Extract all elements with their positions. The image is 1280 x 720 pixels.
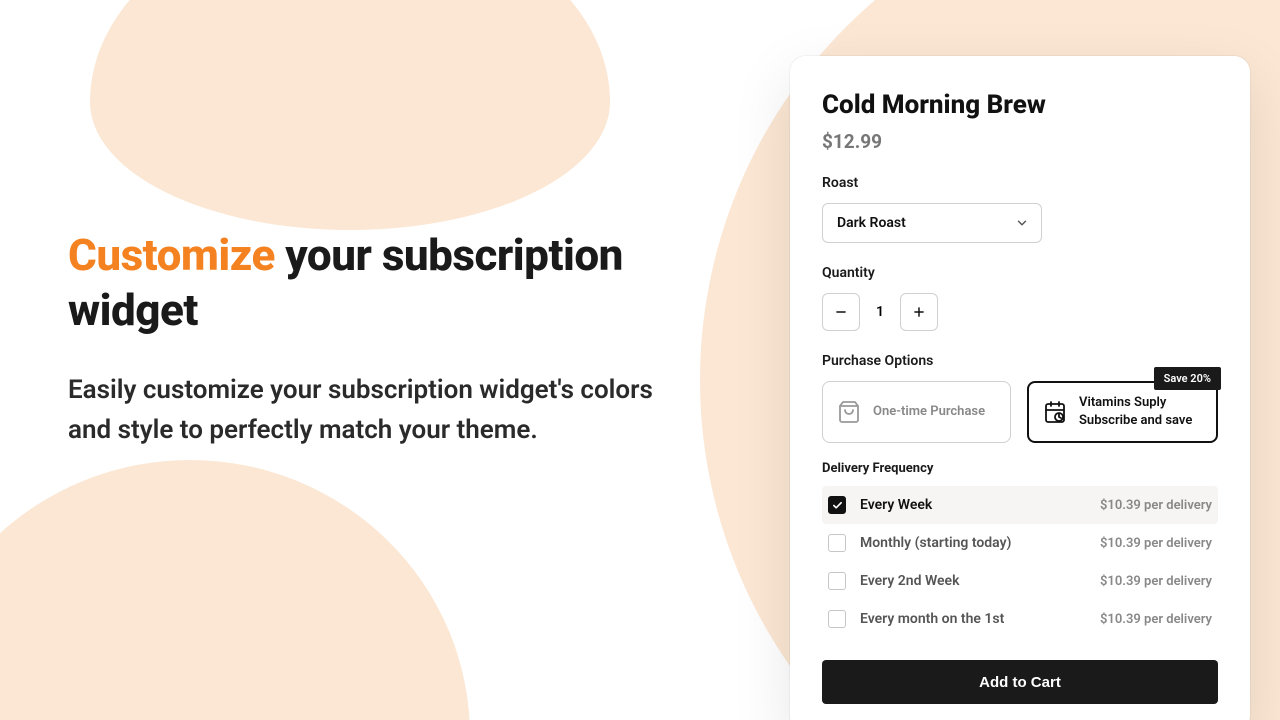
roast-value: Dark Roast bbox=[837, 215, 906, 231]
headline-accent: Customize bbox=[68, 229, 275, 281]
chevron-down-icon bbox=[1015, 216, 1029, 230]
onetime-label: One-time Purchase bbox=[873, 403, 985, 421]
check-icon bbox=[832, 500, 843, 511]
add-to-cart-button[interactable]: Add to Cart bbox=[822, 660, 1218, 704]
frequency-option[interactable]: Every 2nd Week$10.39 per delivery bbox=[822, 562, 1218, 600]
roast-label: Roast bbox=[822, 175, 1218, 191]
checkbox[interactable] bbox=[828, 610, 846, 628]
save-badge: Save 20% bbox=[1154, 367, 1221, 390]
quantity-increase-button[interactable] bbox=[900, 293, 938, 331]
delivery-frequency-label: Delivery Frequency bbox=[822, 461, 1218, 476]
bag-icon bbox=[837, 400, 861, 424]
purchase-option-subscribe[interactable]: Save 20% Vitamins SuplySubscribe and sav… bbox=[1027, 381, 1218, 443]
quantity-value: 1 bbox=[860, 304, 900, 320]
frequency-price: $10.39 per delivery bbox=[1100, 536, 1212, 551]
checkbox[interactable] bbox=[828, 572, 846, 590]
quantity-decrease-button[interactable] bbox=[822, 293, 860, 331]
marketing-headline: Customize your subscription widget bbox=[68, 228, 668, 338]
marketing-subtext: Easily customize your subscription widge… bbox=[68, 370, 668, 451]
frequency-option[interactable]: Monthly (starting today)$10.39 per deliv… bbox=[822, 524, 1218, 562]
frequency-name: Monthly (starting today) bbox=[860, 535, 1100, 551]
frequency-name: Every 2nd Week bbox=[860, 573, 1100, 589]
quantity-stepper: 1 bbox=[822, 293, 1218, 331]
product-title: Cold Morning Brew bbox=[822, 90, 1218, 120]
calendar-refresh-icon bbox=[1043, 400, 1067, 424]
purchase-option-onetime[interactable]: One-time Purchase bbox=[822, 381, 1011, 443]
minus-icon bbox=[834, 305, 848, 319]
frequency-name: Every Week bbox=[860, 497, 1100, 513]
frequency-price: $10.39 per delivery bbox=[1100, 574, 1212, 589]
plus-icon bbox=[912, 305, 926, 319]
frequency-price: $10.39 per delivery bbox=[1100, 612, 1212, 627]
quantity-label: Quantity bbox=[822, 265, 1218, 281]
frequency-name: Every month on the 1st bbox=[860, 611, 1100, 627]
frequency-option[interactable]: Every Week$10.39 per delivery bbox=[822, 486, 1218, 524]
checkbox[interactable] bbox=[828, 496, 846, 514]
subscription-widget: Cold Morning Brew $12.99 Roast Dark Roas… bbox=[790, 56, 1250, 720]
delivery-frequency-list: Every Week$10.39 per deliveryMonthly (st… bbox=[822, 486, 1218, 638]
roast-select[interactable]: Dark Roast bbox=[822, 203, 1042, 243]
subscribe-label: Vitamins SuplySubscribe and save bbox=[1079, 394, 1192, 429]
frequency-option[interactable]: Every month on the 1st$10.39 per deliver… bbox=[822, 600, 1218, 638]
product-price: $12.99 bbox=[822, 130, 1218, 153]
checkbox[interactable] bbox=[828, 534, 846, 552]
frequency-price: $10.39 per delivery bbox=[1100, 498, 1212, 513]
